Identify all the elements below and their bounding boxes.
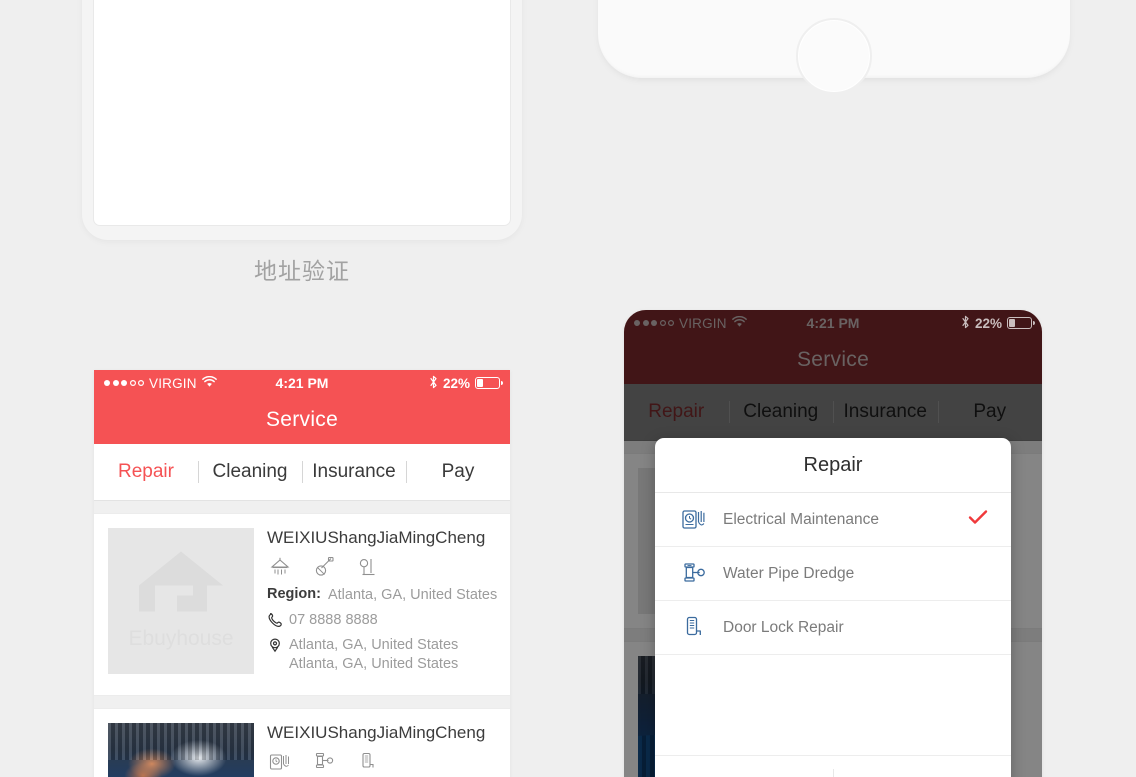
- modal-option-door-lock-repair[interactable]: Door Lock Repair: [655, 601, 1011, 655]
- shop-thumbnail-photo: [108, 722, 254, 777]
- status-bar-right: 22%: [429, 375, 503, 392]
- address-value: Atlanta, GA, United States Atlanta, GA, …: [289, 637, 459, 673]
- tab-cleaning[interactable]: Cleaning: [198, 444, 302, 500]
- modal-footer-buttons[interactable]: [655, 755, 1011, 777]
- modal-option-label: Electrical Maintenance: [723, 510, 879, 528]
- modal-option-electrical-maintenance[interactable]: Electrical Maintenance: [655, 493, 1011, 547]
- home-button[interactable]: [796, 18, 872, 94]
- list-item[interactable]: Ebuyhouse WEIXIUShangJiaMingCheng Region…: [94, 513, 510, 696]
- screenshot-canvas: 地址验证 VIRGIN 4:21 PM 22% Service Repair C…: [0, 0, 1136, 777]
- pipe-valve-icon: [681, 561, 715, 587]
- status-bar-right: 22%: [961, 315, 1035, 332]
- tab-repair[interactable]: Repair: [94, 444, 198, 500]
- repair-options-modal: Repair Electrical Maintenance Water Pipe…: [655, 438, 1011, 777]
- phone-screen-repair-modal: VIRGIN 4:21 PM 22% Service Repair Cleani…: [624, 310, 1042, 777]
- battery-icon: [1007, 317, 1035, 329]
- address-field: Atlanta, GA, United States Atlanta, GA, …: [267, 636, 498, 674]
- list-separator: [94, 695, 510, 708]
- modal-title: Repair: [655, 438, 1011, 493]
- phone-value: 07 8888 8888: [289, 612, 378, 629]
- signal-strength-icon: [104, 380, 144, 386]
- modal-option-label: Door Lock Repair: [723, 618, 844, 636]
- door-lock-icon: [357, 752, 379, 772]
- phone-icon: [267, 612, 289, 628]
- wifi-icon: [201, 375, 217, 391]
- modal-option-water-pipe-dredge[interactable]: Water Pipe Dredge: [655, 547, 1011, 601]
- multimeter-icon: [269, 752, 291, 772]
- hardware-photo: [108, 722, 254, 777]
- list-separator: [94, 501, 510, 513]
- multimeter-icon: [681, 507, 715, 533]
- phone-frame-top-right: [598, 0, 1070, 94]
- door-lock-icon: [681, 615, 715, 641]
- phone-field[interactable]: 07 8888 8888: [267, 611, 498, 630]
- battery-percent-label: 22%: [442, 375, 470, 391]
- shop-name: WEIXIUShangJiaMingCheng: [267, 528, 486, 547]
- house-placeholder-icon: [135, 548, 227, 625]
- shop-name: WEIXIUShangJiaMingCheng: [267, 722, 486, 742]
- page-title: Service: [265, 408, 339, 431]
- modal-option-list: Electrical Maintenance Water Pipe Dredge…: [655, 493, 1011, 755]
- region-value: Atlanta, GA, United States: [327, 587, 498, 603]
- carrier-label: VIRGIN: [149, 375, 197, 391]
- modal-backdrop[interactable]: Repair Electrical Maintenance Water Pipe…: [624, 310, 1042, 777]
- status-bar-left: VIRGIN: [104, 375, 217, 391]
- caption-address-verification: 地址验证: [254, 258, 350, 284]
- pipe-valve-icon: [313, 752, 335, 772]
- bluetooth-icon: [429, 375, 438, 392]
- shop-thumbnail-placeholder: Ebuyhouse: [108, 528, 254, 674]
- service-type-icons: [269, 752, 498, 772]
- shop-details: WEIXIUShangJiaMingCheng: [254, 528, 498, 681]
- region-field: Region: Atlanta, GA, United States: [267, 586, 498, 605]
- status-bar: VIRGIN 4:21 PM 22%: [94, 370, 510, 396]
- header-left: VIRGIN 4:21 PM 22% Service: [94, 370, 510, 444]
- tab-pay[interactable]: Pay: [406, 444, 510, 500]
- phone-screen-address-verification: [94, 0, 510, 225]
- shower-head-icon: [269, 557, 291, 577]
- thumbnail-placeholder-label: Ebuyhouse: [128, 627, 234, 651]
- battery-icon: [475, 377, 503, 389]
- phone-screen-service-list: VIRGIN 4:21 PM 22% Service Repair Cleani…: [94, 370, 510, 777]
- battery-percent-label: 22%: [974, 315, 1002, 331]
- tab-insurance[interactable]: Insurance: [302, 444, 406, 500]
- tab-bar: Repair Cleaning Insurance Pay: [94, 444, 510, 501]
- location-pin-icon: [267, 637, 289, 653]
- modal-option-label: Water Pipe Dredge: [723, 564, 855, 582]
- selected-check-icon: [967, 509, 989, 530]
- cleaning-brush-icon: [313, 557, 335, 577]
- service-type-icons: [269, 557, 498, 577]
- bluetooth-icon: [961, 315, 970, 332]
- shop-details: WEIXIUShangJiaMingCheng: [254, 723, 498, 777]
- region-label: Region:: [267, 586, 321, 602]
- list-item[interactable]: WEIXIUShangJiaMingCheng: [94, 707, 510, 777]
- service-list: Ebuyhouse WEIXIUShangJiaMingCheng Region…: [94, 501, 510, 777]
- vacuum-icon: [357, 557, 379, 577]
